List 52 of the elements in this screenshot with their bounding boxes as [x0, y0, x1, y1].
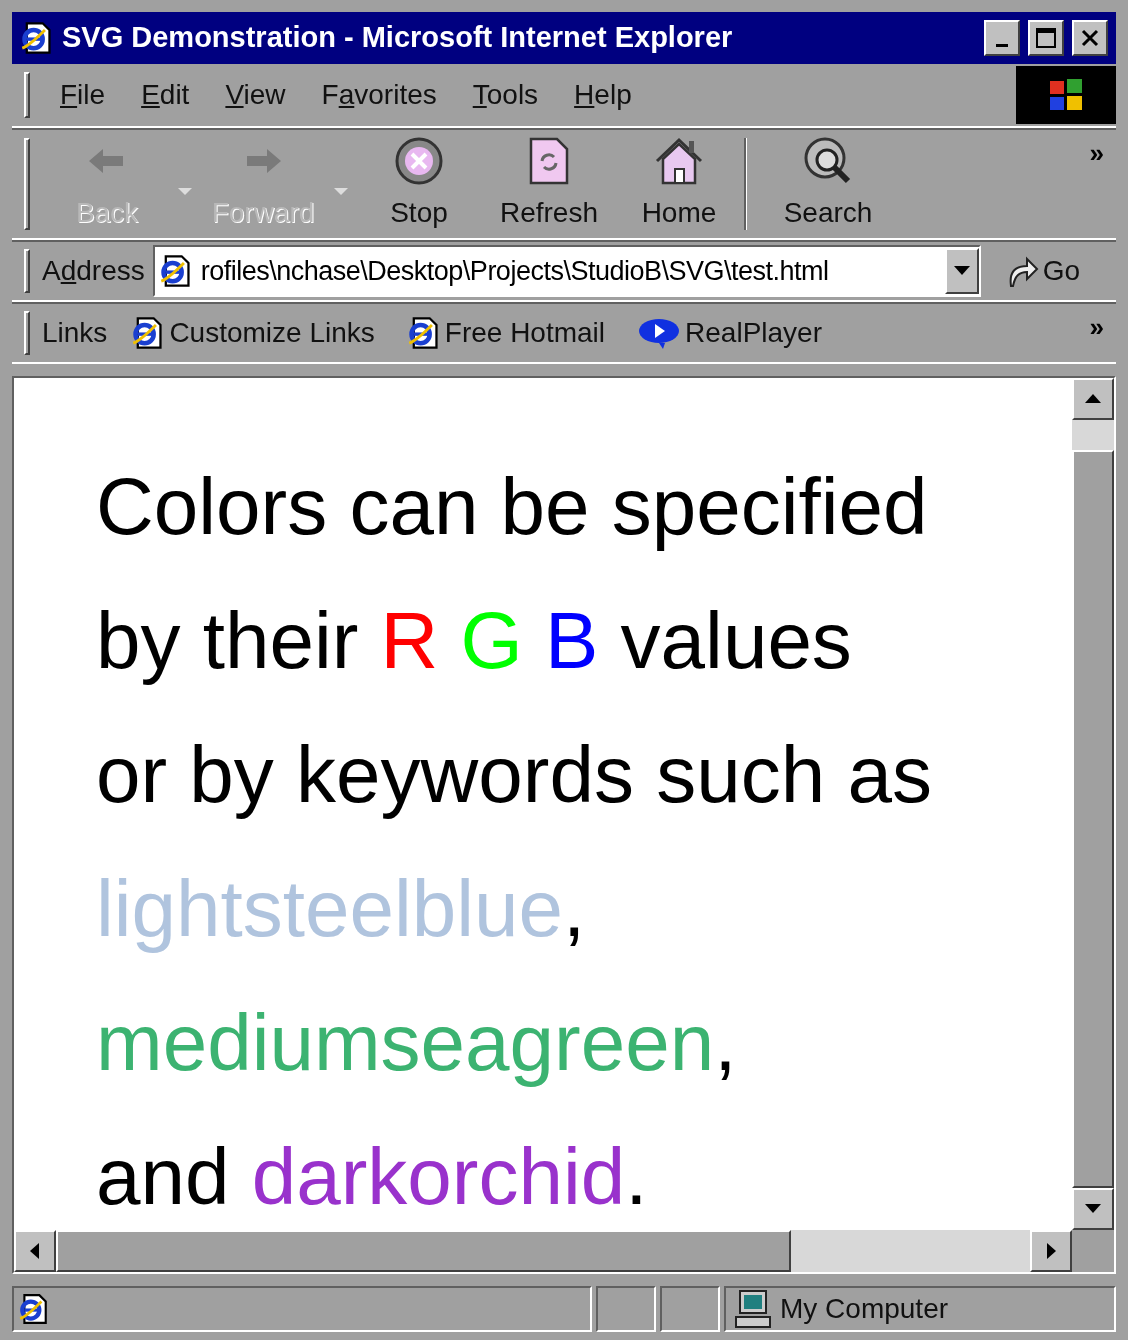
toolbar-button[interactable]: Search: [763, 134, 893, 234]
down-arrow-icon: [953, 266, 970, 276]
toolbar-button[interactable]: Home: [614, 134, 744, 234]
maximize-icon: [1035, 27, 1057, 49]
down-arrow-icon: [1085, 1204, 1101, 1214]
menu-item[interactable]: File: [42, 74, 124, 116]
link-button[interactable]: Free Hotmail: [406, 312, 606, 354]
toolbar-button[interactable]: Refresh: [484, 134, 614, 234]
menu-item[interactable]: Favorites: [303, 74, 455, 116]
maximize-button[interactable]: [1028, 20, 1064, 56]
dropdown-button[interactable]: [944, 248, 979, 294]
status-panel: [660, 1286, 720, 1332]
more-chevron[interactable]: »: [1089, 308, 1104, 347]
close-button[interactable]: [1072, 20, 1108, 56]
page-icon: [18, 1293, 50, 1325]
go-button[interactable]: Go: [1004, 250, 1081, 292]
address-label: Address: [42, 254, 145, 288]
content-line: lightsteelblue,: [96, 863, 587, 955]
menu-item[interactable]: View: [207, 74, 304, 116]
content-line: and darkorchid.: [96, 1131, 649, 1223]
link-button[interactable]: Customize Links: [131, 312, 375, 354]
content-line: Colors can be specified: [96, 461, 929, 553]
menu-item[interactable]: Help: [556, 74, 650, 116]
up-arrow-icon: [1085, 394, 1101, 404]
status-panel: [596, 1286, 656, 1332]
link-button[interactable]: RealPlayer: [637, 312, 822, 354]
eye-icon: [637, 316, 682, 350]
close-icon: [1080, 28, 1100, 48]
right-arrow-icon: [1046, 1243, 1056, 1259]
more-chevron[interactable]: »: [1089, 134, 1104, 173]
content-line: by their R G B values: [96, 595, 853, 687]
menu-item[interactable]: Tools: [454, 74, 557, 116]
content-line: or by keywords such as: [96, 729, 933, 821]
stop-icon: [394, 136, 444, 186]
menu-item[interactable]: Edit: [123, 74, 208, 116]
house-icon: [653, 135, 705, 187]
toolbar-button[interactable]: Stop: [354, 134, 484, 234]
minimize-icon: [996, 43, 1008, 47]
content-line: mediumseagreen,: [96, 997, 738, 1089]
links-label: Links: [42, 316, 108, 350]
page-icon: [406, 316, 441, 350]
refresh-icon: [527, 136, 571, 186]
page-icon: [158, 254, 193, 288]
computer-icon: [734, 1289, 772, 1329]
zone-label: My Computer: [780, 1292, 949, 1326]
left-arrow-icon: [30, 1243, 40, 1259]
minimize-button[interactable]: [984, 20, 1020, 56]
window-title: SVG Demonstration - Microsoft Internet Explorer: [62, 20, 734, 56]
vertical-scrollbar[interactable]: [1072, 378, 1114, 1230]
address-field[interactable]: rofiles\nchase\Desktop\Projects\StudioB\SVG\test.html: [152, 245, 981, 297]
page-icon: [20, 21, 54, 55]
horizontal-scrollbar[interactable]: [14, 1230, 1072, 1272]
